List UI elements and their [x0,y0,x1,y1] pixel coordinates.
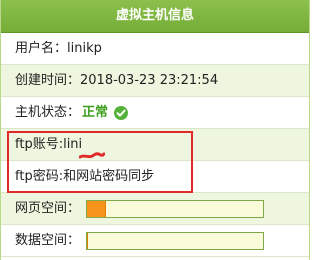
web-space-row: 网页空间： [1,193,309,225]
data-space-row: 数据空间： [1,225,309,257]
web-space-progress-fill [87,200,107,217]
web-space-label: 网页空间： [15,200,81,216]
ftp-password-row: ftp密码: 和网站密码同步 [1,161,309,193]
web-space-progress-bar [86,199,265,218]
username-row: 用户名： linikp [1,33,309,65]
username-value: linikp [67,40,102,56]
ftp-password-value: 和网站密码同步 [63,168,155,184]
data-space-progress-fill [87,232,89,249]
ftp-account-row: ftp账号: lini [1,129,309,161]
host-status-row: 主机状态： 正常 [1,97,309,129]
created-time-value: 2018-03-23 23:21:54 [80,72,219,88]
host-status-label: 主机状态： [15,104,81,120]
created-time-label: 创建时间： [15,72,81,88]
data-space-progress-bar [86,231,265,250]
ftp-password-label: ftp密码: [15,168,64,184]
panel-title: 虚拟主机信息 [1,0,309,33]
created-time-row: 创建时间： 2018-03-23 23:21:54 [1,65,309,97]
data-space-label: 数据空间： [15,232,81,248]
check-circle-icon [114,105,129,120]
username-label: 用户名： [15,40,68,56]
ftp-account-label: ftp账号: [15,136,64,152]
host-info-panel: 虚拟主机信息 用户名： linikp 创建时间： 2018-03-23 23:2… [0,0,310,260]
redaction-scribble [78,141,106,158]
host-status-value: 正常 [82,104,109,120]
